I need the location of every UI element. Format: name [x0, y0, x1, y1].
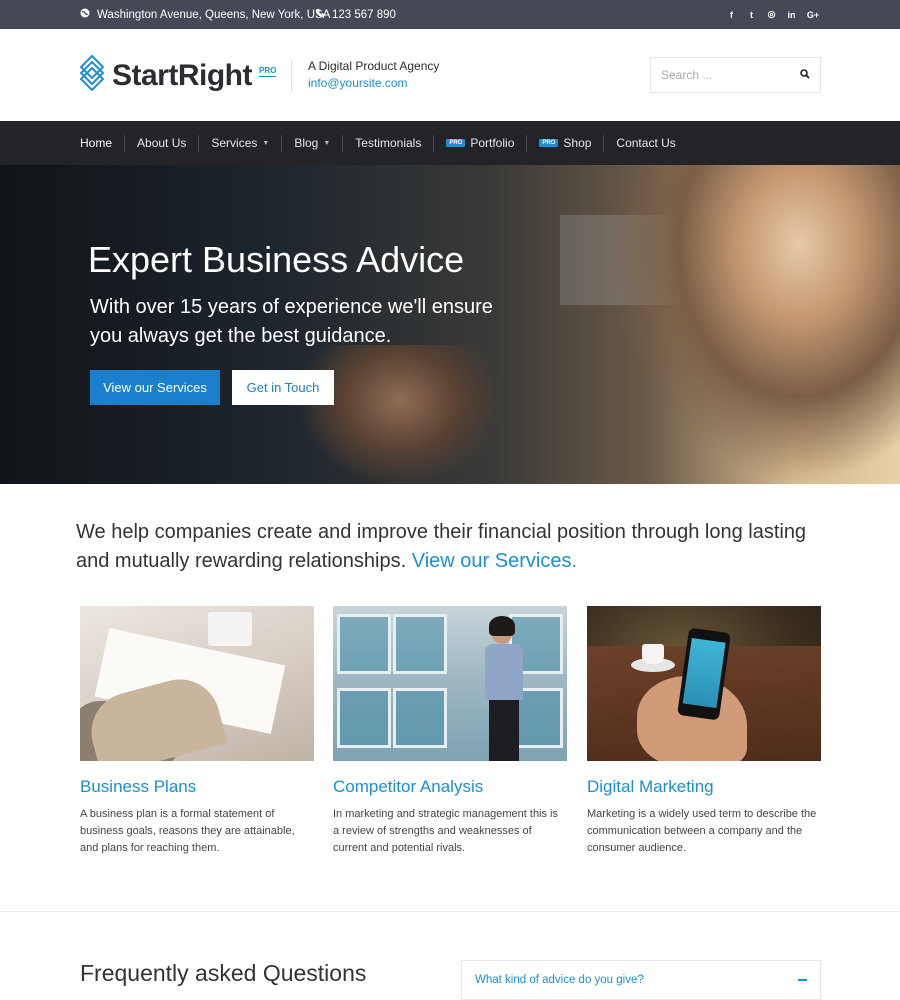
card-text: Marketing is a widely used term to descr…	[587, 808, 817, 854]
caret-down-icon: ▼	[262, 139, 270, 147]
card-title[interactable]: Competitor Analysis	[333, 777, 567, 797]
nav-item-shop[interactable]: PRO Shop	[526, 134, 603, 152]
logo[interactable]: StartRight PRO	[79, 54, 277, 96]
address-text: Washington Avenue, Queens, New York, USA	[97, 8, 331, 21]
facebook-icon[interactable]: f	[726, 9, 737, 20]
nav-label: Testimonials	[355, 136, 422, 150]
nav-label: Portfolio	[470, 136, 515, 150]
nav-label: Contact Us	[616, 136, 676, 150]
caret-down-icon: ▼	[323, 139, 331, 147]
collapse-minus-icon[interactable]	[798, 979, 807, 981]
nav-label: Shop	[563, 136, 592, 150]
hero-title: Expert Business Advice	[88, 239, 465, 280]
nav-item-blog[interactable]: Blog ▼	[281, 134, 342, 152]
google-plus-icon[interactable]: G+	[806, 9, 820, 20]
site-header: StartRight PRO A Digital Product Agency …	[0, 29, 900, 121]
card-title[interactable]: Digital Marketing	[587, 777, 821, 797]
phone: 123 567 890	[315, 0, 396, 29]
search-icon[interactable]	[800, 66, 810, 84]
nav-item-home[interactable]: Home	[80, 135, 124, 152]
nav-item-about-us[interactable]: About Us	[124, 134, 198, 152]
pro-badge: PRO	[446, 139, 466, 147]
section-divider	[0, 911, 900, 912]
nav-item-portfolio[interactable]: PRO Portfolio	[433, 134, 526, 152]
tagline-block: A Digital Product Agency info@yoursite.c…	[291, 59, 439, 93]
competitor-analysis-image	[333, 606, 567, 761]
faq-question: What kind of advice do you give?	[475, 974, 644, 986]
nav-label: Blog	[294, 136, 319, 150]
hero-banner: Expert Business Advice With over 15 year…	[0, 165, 900, 484]
main-nav: Home About Us Services ▼ Blog ▼ Testimonia…	[0, 121, 900, 165]
address: Washington Avenue, Queens, New York, USA	[80, 0, 330, 29]
phone-text: 123 567 890	[332, 8, 396, 21]
topbar: Washington Avenue, Queens, New York, USA…	[0, 0, 900, 29]
service-card-competitor-analysis: Competitor Analysis In marketing and str…	[333, 606, 567, 857]
nav-label: Home	[80, 136, 113, 150]
email-link[interactable]: info@yoursite.com	[308, 76, 439, 90]
card-title[interactable]: Business Plans	[80, 777, 314, 797]
card-text: A business plan is a formal statement of…	[80, 808, 295, 854]
faq-title: Frequently asked Questions	[80, 960, 367, 986]
nav-item-testimonials[interactable]: Testimonials	[342, 134, 433, 152]
instagram-icon[interactable]: ◎	[766, 9, 777, 20]
faq-accordion-item[interactable]: What kind of advice do you give?	[461, 960, 821, 1000]
get-in-touch-button[interactable]: Get in Touch	[232, 370, 334, 405]
business-plans-image	[80, 606, 314, 761]
tagline: A Digital Product Agency	[308, 59, 440, 73]
social-links: f t ◎ in G+	[726, 0, 820, 29]
twitter-icon[interactable]: t	[746, 9, 757, 20]
phone-icon	[315, 8, 325, 21]
service-card-business-plans: Business Plans A business plan is a form…	[80, 606, 314, 857]
linkedin-icon[interactable]: in	[786, 9, 797, 20]
intro-text: We help companies create and improve the…	[76, 518, 836, 576]
logo-text: StartRight	[112, 58, 253, 92]
view-services-link[interactable]: View our Services.	[412, 550, 577, 572]
card-text: In marketing and strategic management th…	[333, 808, 559, 854]
nav-label: About Us	[137, 136, 187, 150]
hero-background-person	[300, 345, 500, 484]
globe-icon	[80, 8, 90, 21]
nav-item-services[interactable]: Services ▼	[198, 134, 281, 152]
nav-label: Services	[211, 136, 258, 150]
digital-marketing-image	[587, 606, 821, 761]
service-card-digital-marketing: Digital Marketing Marketing is a widely …	[587, 606, 821, 857]
view-services-button[interactable]: View our Services	[90, 370, 220, 405]
hero-subtitle: With over 15 years of experience we'll e…	[90, 296, 493, 347]
pro-badge: PRO	[539, 139, 559, 147]
search-input[interactable]: Search ...	[650, 57, 821, 93]
logo-diamond-icon	[79, 54, 105, 96]
search-placeholder: Search ...	[661, 68, 713, 82]
hero-background-woman	[610, 165, 900, 484]
nav-item-contact-us[interactable]: Contact Us	[603, 134, 687, 152]
logo-pro-badge: PRO	[259, 66, 277, 77]
